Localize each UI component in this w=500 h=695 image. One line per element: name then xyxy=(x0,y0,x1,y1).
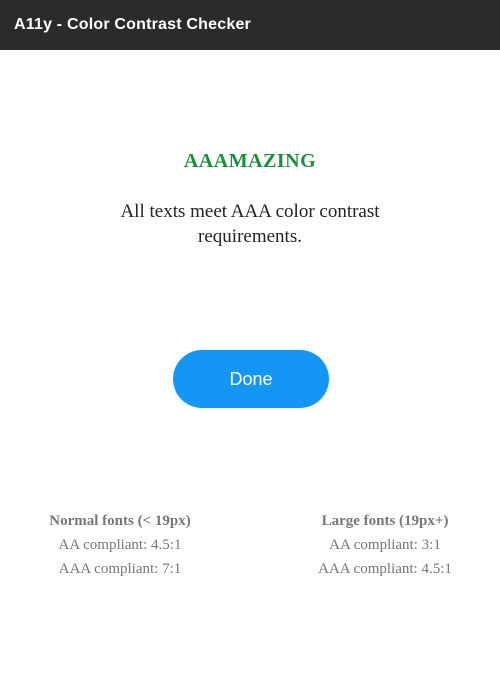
title-bar: A11y - Color Contrast Checker xyxy=(0,0,500,50)
legend-large-title: Large fonts (19px+) xyxy=(321,513,449,529)
legend-normal-title: Normal fonts (< 19px) xyxy=(49,513,191,529)
done-button[interactable]: Done xyxy=(173,350,329,408)
legend-large-aa: AA compliant: 3:1 xyxy=(329,537,441,553)
legend-normal-aaa: AAA compliant: 7:1 xyxy=(58,561,182,577)
legend-large-fonts: Large fonts (19px+) AA compliant: 3:1 AA… xyxy=(285,509,485,581)
legend-normal-fonts: Normal fonts (< 19px) AA compliant: 4.5:… xyxy=(20,509,220,581)
window-title: A11y - Color Contrast Checker xyxy=(14,16,251,33)
legend-normal-aa: AA compliant: 4.5:1 xyxy=(58,537,182,553)
result-message: All texts meet AAA color contrast requir… xyxy=(120,201,380,247)
legend-large-aaa: AAA compliant: 4.5:1 xyxy=(318,561,452,577)
result-heading: AAAMAZING xyxy=(183,150,317,172)
